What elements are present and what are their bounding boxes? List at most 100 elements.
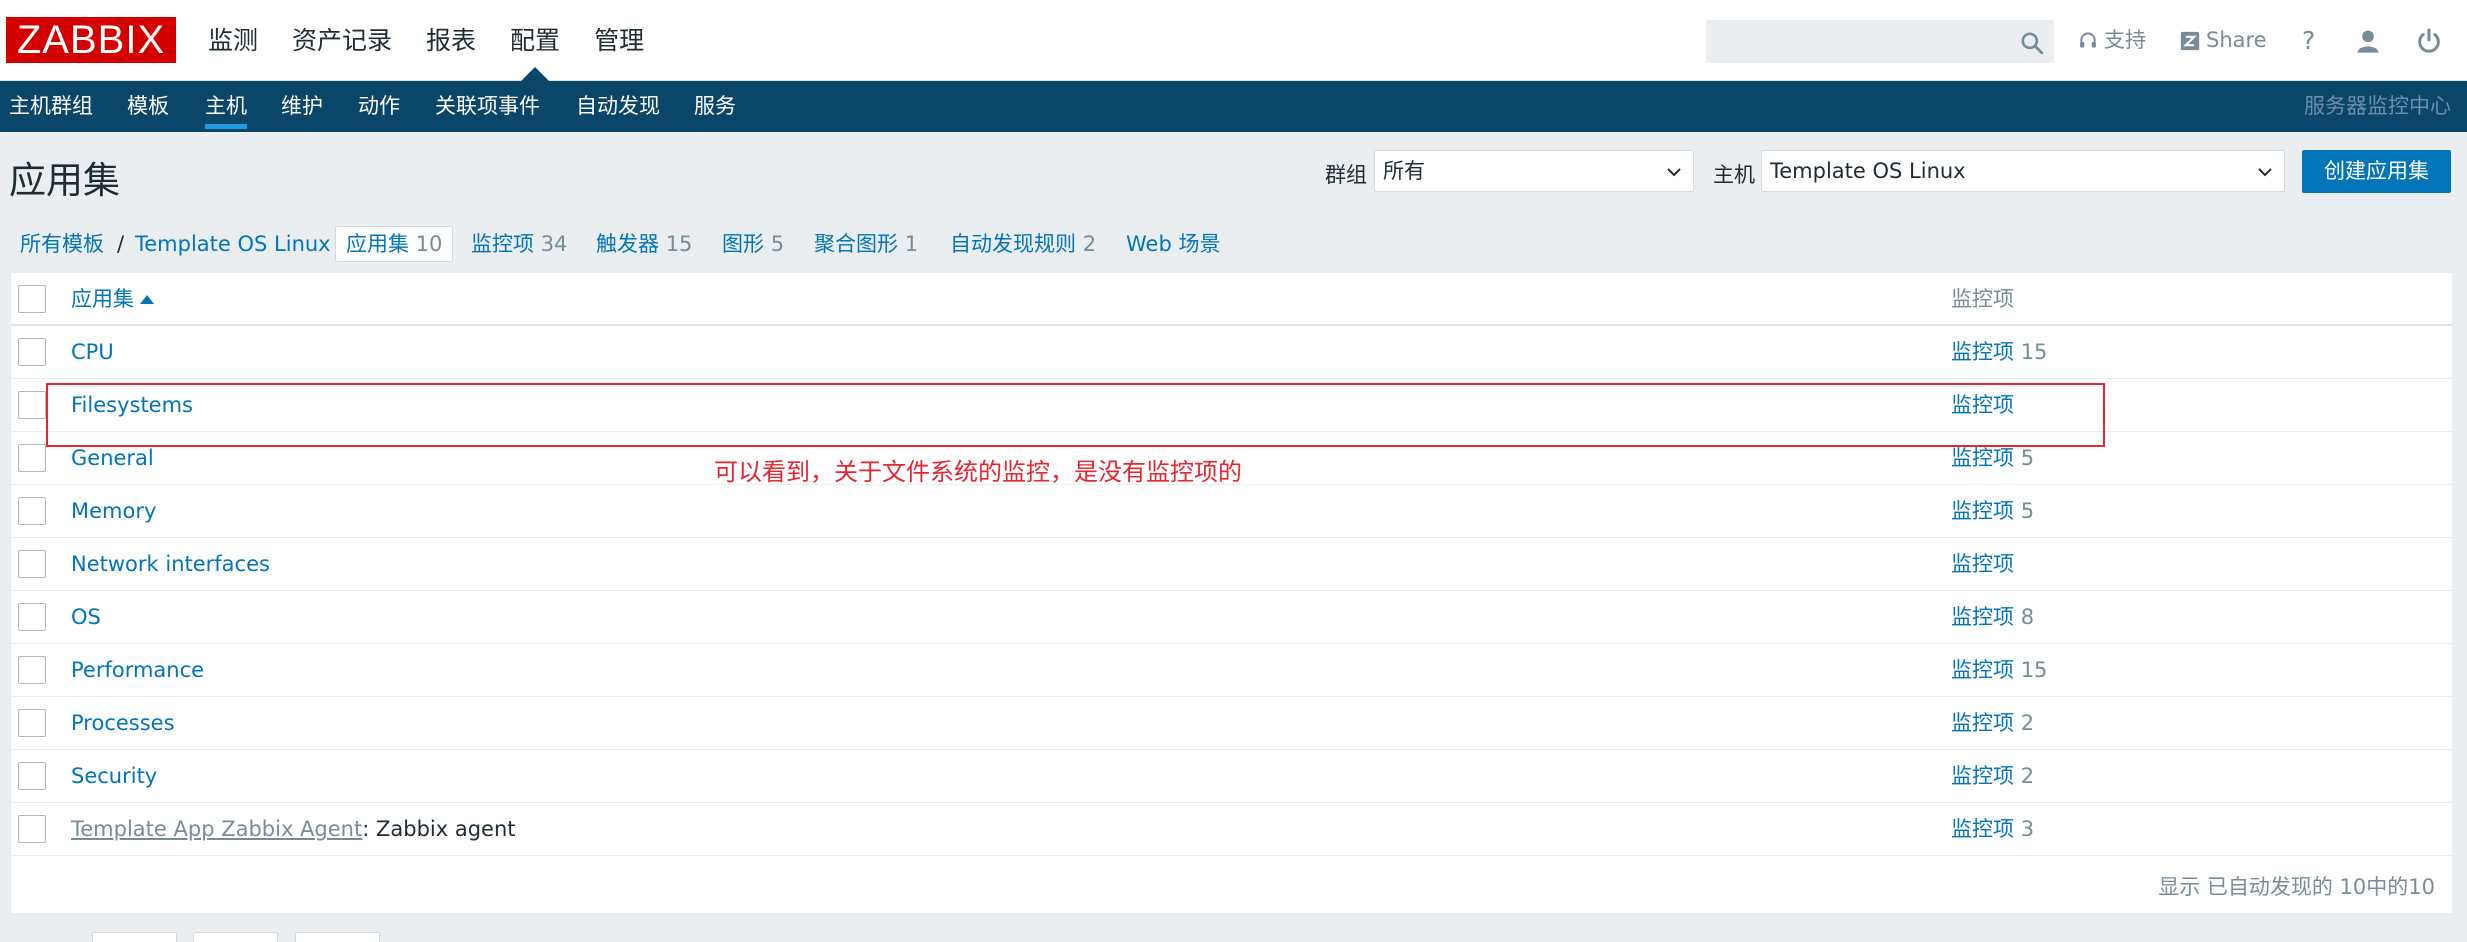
items-link[interactable]: 监控项 <box>1951 711 2014 735</box>
items-count: 2 <box>2020 764 2035 788</box>
application-name-link[interactable]: Performance <box>71 644 204 697</box>
mass-action-button[interactable] <box>193 932 278 942</box>
search-input[interactable] <box>1707 21 2053 62</box>
items-cell: 监控项 15 <box>1951 644 2047 697</box>
tab-screens-count: 1 <box>904 232 919 256</box>
main-menu: 监测 资产记录 报表 配置 管理 <box>208 0 678 81</box>
tab-triggers-count: 15 <box>665 232 693 256</box>
host-filter-label: 主机 <box>1713 163 1755 187</box>
tab-discovery-rules[interactable]: 自动发现规则 2 <box>950 226 1096 262</box>
application-name-link[interactable]: Processes <box>71 697 175 750</box>
items-count: 5 <box>2020 499 2035 523</box>
tab-items-label: 监控项 <box>471 232 534 256</box>
items-count: 5 <box>2020 446 2035 470</box>
row-checkbox[interactable] <box>18 497 46 525</box>
annotation-text: 可以看到，关于文件系统的监控，是没有监控项的 <box>714 458 1242 486</box>
items-link[interactable]: 监控项 <box>1951 340 2014 364</box>
table-header: 应用集 监控项 <box>11 273 2452 326</box>
sub-menu-discovery[interactable]: 自动发现 <box>576 81 660 132</box>
mass-action-button[interactable] <box>92 932 177 942</box>
table-row: Filesystems 监控项 <box>11 379 2452 432</box>
column-header-application[interactable]: 应用集 <box>71 273 154 326</box>
tab-applications[interactable]: 应用集 10 <box>335 226 454 262</box>
main-menu-reports[interactable]: 报表 <box>426 0 476 81</box>
search-icon[interactable] <box>2019 30 2045 56</box>
application-name-link[interactable]: Memory <box>71 485 156 538</box>
main-menu-inventory[interactable]: 资产记录 <box>292 0 392 81</box>
application-name-link[interactable]: Security <box>71 750 157 803</box>
items-link[interactable]: 监控项 <box>1951 393 2014 417</box>
application-name-link[interactable]: CPU <box>71 326 114 379</box>
table-row: Processes 监控项 2 <box>11 697 2452 750</box>
row-checkbox[interactable] <box>18 709 46 737</box>
sub-menu-services[interactable]: 服务 <box>694 81 736 132</box>
user-profile-icon[interactable] <box>2354 27 2382 55</box>
items-link[interactable]: 监控项 <box>1951 446 2014 470</box>
items-link[interactable]: 监控项 <box>1951 605 2014 629</box>
application-name-link[interactable]: OS <box>71 591 101 644</box>
sub-menu-maintenance[interactable]: 维护 <box>281 81 323 132</box>
help-button[interactable]: ? <box>2302 0 2315 81</box>
sub-menu: 主机群组 模板 主机 维护 动作 关联项事件 自动发现 服务 服务器监控中心 <box>0 81 2467 132</box>
mass-action-button[interactable] <box>295 932 380 942</box>
share-label: Share <box>2206 28 2267 52</box>
group-select[interactable]: 所有 <box>1374 150 1694 192</box>
main-menu-monitoring[interactable]: 监测 <box>208 0 258 81</box>
share-link[interactable]: Share <box>2180 0 2267 81</box>
row-checkbox[interactable] <box>18 815 46 843</box>
items-link[interactable]: 监控项 <box>1951 552 2014 576</box>
tab-web-scenarios-label: Web 场景 <box>1126 232 1221 256</box>
chevron-down-icon <box>1667 168 1681 177</box>
select-all-checkbox[interactable] <box>18 285 46 313</box>
tab-graphs[interactable]: 图形 5 <box>722 226 784 262</box>
sub-menu-hosts[interactable]: 主机 <box>205 81 247 132</box>
sub-menu-host-groups[interactable]: 主机群组 <box>9 81 93 132</box>
tab-screens[interactable]: 聚合图形 1 <box>814 226 918 262</box>
logout-power-icon[interactable] <box>2415 27 2443 55</box>
items-link[interactable]: 监控项 <box>1951 817 2014 841</box>
items-cell: 监控项 2 <box>1951 750 2034 803</box>
items-count: 2 <box>2020 711 2035 735</box>
sort-ascending-icon <box>140 295 154 304</box>
application-name-link[interactable]: Network interfaces <box>71 538 270 591</box>
application-name-link[interactable]: General <box>71 432 154 485</box>
sub-menu-actions[interactable]: 动作 <box>358 81 400 132</box>
row-checkbox[interactable] <box>18 656 46 684</box>
tab-items[interactable]: 监控项 34 <box>471 226 567 262</box>
global-search <box>1706 20 2054 63</box>
main-menu-configuration[interactable]: 配置 <box>510 0 560 81</box>
items-link[interactable]: 监控项 <box>1951 764 2014 788</box>
breadcrumb-all-templates[interactable]: 所有模板 <box>20 226 104 262</box>
tab-discovery-rules-label: 自动发现规则 <box>950 232 1076 256</box>
items-cell: 监控项 3 <box>1951 803 2034 856</box>
tab-graphs-label: 图形 <box>722 232 764 256</box>
sub-menu-templates[interactable]: 模板 <box>127 81 169 132</box>
create-application-button[interactable]: 创建应用集 <box>2302 150 2451 193</box>
tab-triggers[interactable]: 触发器 15 <box>596 226 692 262</box>
application-name-link[interactable]: Filesystems <box>71 379 193 432</box>
zabbix-logo[interactable]: ZABBIX <box>6 17 176 63</box>
items-link[interactable]: 监控项 <box>1951 499 2014 523</box>
row-checkbox[interactable] <box>18 391 46 419</box>
breadcrumb-template[interactable]: Template OS Linux <box>135 226 331 262</box>
row-checkbox[interactable] <box>18 762 46 790</box>
tab-web-scenarios[interactable]: Web 场景 <box>1126 226 1220 262</box>
row-checkbox[interactable] <box>18 550 46 578</box>
row-checkbox[interactable] <box>18 338 46 366</box>
main-menu-administration[interactable]: 管理 <box>594 0 644 81</box>
row-checkbox[interactable] <box>18 603 46 631</box>
table-row: Template App Zabbix Agent: Zabbix agent … <box>11 803 2452 856</box>
parent-template-link[interactable]: Template App Zabbix Agent <box>71 817 362 841</box>
tab-graphs-count: 5 <box>770 232 785 256</box>
items-cell: 监控项 <box>1951 538 2014 591</box>
sub-menu-event-correlation[interactable]: 关联项事件 <box>435 81 540 132</box>
items-cell: 监控项 5 <box>1951 432 2034 485</box>
group-select-value: 所有 <box>1383 159 1425 183</box>
row-checkbox[interactable] <box>18 444 46 472</box>
items-count: 3 <box>2020 817 2035 841</box>
host-select[interactable]: Template OS Linux <box>1761 150 2285 192</box>
items-link[interactable]: 监控项 <box>1951 658 2014 682</box>
table-row: Security 监控项 2 <box>11 750 2452 803</box>
tab-screens-label: 聚合图形 <box>814 232 898 256</box>
support-link[interactable]: 支持 <box>2078 0 2146 81</box>
